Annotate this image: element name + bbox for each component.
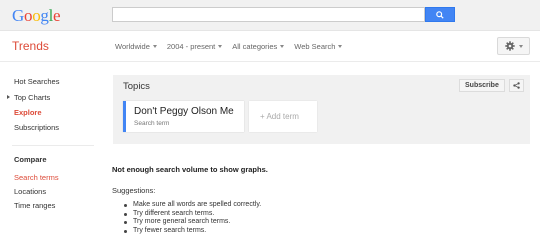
filter-category[interactable]: All categories <box>232 42 285 51</box>
compare-item-time-ranges[interactable]: Time ranges <box>14 201 55 210</box>
search-button[interactable] <box>425 7 455 22</box>
compare-item-locations[interactable]: Locations <box>14 187 46 196</box>
sidebar-item-subscriptions[interactable]: Subscriptions <box>14 123 59 132</box>
gear-icon <box>504 41 515 51</box>
add-term-button[interactable]: + Add term <box>249 101 317 132</box>
chevron-down-icon <box>218 45 223 48</box>
sidebar-item-top-charts[interactable]: Top Charts <box>14 93 50 102</box>
sidebar-item-explore[interactable]: Explore <box>14 108 42 117</box>
filter-time[interactable]: 2004 - present <box>167 42 223 51</box>
list-item: Try more general search terms. <box>124 218 261 227</box>
expand-arrow-icon[interactable] <box>7 95 10 99</box>
subscribe-button[interactable]: Subscribe <box>459 79 505 92</box>
settings-button[interactable] <box>497 37 530 55</box>
google-logo[interactable]: Google <box>12 6 61 26</box>
chevron-down-icon <box>338 45 343 48</box>
search-term-type: Search term <box>134 120 170 127</box>
app-bar: Trends Worldwide 2004 - present All cate… <box>0 31 540 62</box>
no-data-message: Not enough search volume to show graphs. <box>112 165 268 174</box>
list-item: Make sure all words are spelled correctl… <box>124 201 261 210</box>
sidebar-item-hot-searches[interactable]: Hot Searches <box>14 77 59 86</box>
app-title[interactable]: Trends <box>12 39 49 53</box>
search-term-name[interactable]: Don't Peggy Olson Me <box>134 106 234 117</box>
share-button[interactable] <box>509 79 524 92</box>
search-input[interactable] <box>112 7 425 22</box>
chevron-down-icon <box>280 45 285 48</box>
share-icon <box>513 82 520 89</box>
suggestions-list: Make sure all words are spelled correctl… <box>124 201 261 235</box>
chevron-down-icon <box>518 44 523 48</box>
filter-search-type[interactable]: Web Search <box>294 42 343 51</box>
suggestions-title: Suggestions: <box>112 186 156 195</box>
search-icon <box>436 10 444 19</box>
top-bar: Google <box>0 0 540 31</box>
list-item: Try different search terms. <box>124 210 261 219</box>
topics-title: Topics <box>123 81 150 92</box>
search-term-card[interactable]: Don't Peggy Olson Me Search term <box>123 101 244 132</box>
sidebar-divider <box>12 145 94 146</box>
filter-location[interactable]: Worldwide <box>115 42 157 51</box>
chevron-down-icon <box>152 45 157 48</box>
compare-item-search-terms[interactable]: Search terms <box>14 173 59 182</box>
compare-section-title: Compare <box>14 155 47 164</box>
filter-bar: Worldwide 2004 - present All categories … <box>115 42 343 51</box>
topics-panel: Topics Subscribe Don't Peggy Olson Me Se… <box>113 75 530 144</box>
list-item: Try fewer search terms. <box>124 227 261 236</box>
